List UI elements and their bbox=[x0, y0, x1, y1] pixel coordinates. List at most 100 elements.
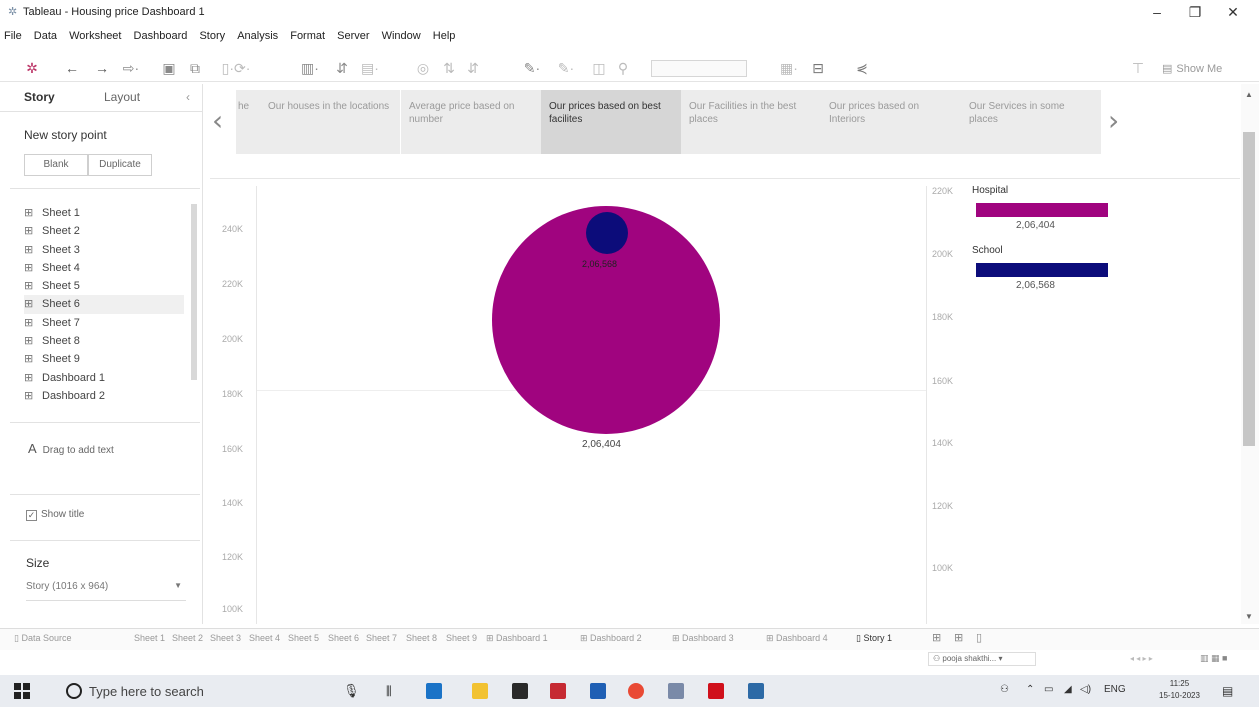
tab-sheet[interactable]: Sheet 2 bbox=[172, 633, 203, 643]
presentation-icon[interactable]: ⊟ bbox=[808, 58, 828, 78]
sheet-list-item[interactable]: ⊞ Sheet 8 bbox=[24, 332, 184, 350]
sheet-list-item[interactable]: ⊞ Sheet 3 bbox=[24, 241, 184, 259]
size-select[interactable]: Story (1016 x 964) ▼ bbox=[26, 581, 186, 601]
tab-data-source[interactable]: ▯ Data Source bbox=[14, 633, 71, 644]
file-explorer-icon[interactable] bbox=[472, 683, 488, 699]
pin-icon[interactable]: ⚲ bbox=[614, 58, 632, 78]
volume-icon[interactable]: ◁) bbox=[1080, 684, 1091, 695]
story-point-active[interactable]: Our prices based on best facilites bbox=[541, 90, 681, 154]
story-point[interactable]: Our Facilities in the best places bbox=[681, 90, 821, 154]
show-title-checkbox[interactable]: ✓ Show title bbox=[26, 509, 84, 521]
tab-sheet[interactable]: Sheet 7 bbox=[366, 633, 397, 643]
menu-worksheet[interactable]: Worksheet bbox=[69, 30, 121, 42]
language-indicator[interactable]: ENG bbox=[1104, 684, 1126, 695]
menu-data[interactable]: Data bbox=[34, 30, 57, 42]
show-cards-icon[interactable]: ▦· bbox=[774, 58, 804, 78]
sheet-list-scrollbar[interactable] bbox=[191, 204, 197, 380]
scroll-up-icon[interactable]: ▲ bbox=[1245, 90, 1253, 99]
pin-toolbar-icon[interactable]: ⊤ bbox=[1128, 58, 1148, 78]
tab-sheet[interactable]: Sheet 8 bbox=[406, 633, 437, 643]
school-bubble[interactable] bbox=[586, 212, 628, 254]
battery-icon[interactable]: ▭ bbox=[1044, 684, 1053, 695]
taskbar-search[interactable]: Type here to search bbox=[60, 679, 318, 704]
sheet-list-item[interactable]: ⊞ Sheet 2 bbox=[24, 222, 184, 240]
tab-sheet[interactable]: Sheet 5 bbox=[288, 633, 319, 643]
new-worksheet-icon[interactable]: ⊞ bbox=[932, 631, 941, 644]
tab-sheet[interactable]: Sheet 9 bbox=[446, 633, 477, 643]
next-story-point-icon[interactable]: › bbox=[1108, 104, 1119, 137]
story-point[interactable]: Our Services in some places bbox=[961, 90, 1101, 154]
previous-story-point-icon[interactable]: ‹ bbox=[212, 104, 223, 137]
sort-icon[interactable]: ▤· bbox=[358, 58, 382, 78]
people-icon[interactable]: ⚇ bbox=[1000, 684, 1009, 695]
drag-to-add-text[interactable]: A Drag to add text bbox=[28, 441, 114, 456]
highlight-icon[interactable]: ✎· bbox=[520, 58, 544, 78]
hospital-bar[interactable] bbox=[976, 203, 1108, 217]
chrome-icon[interactable] bbox=[628, 683, 644, 699]
sort-desc-icon[interactable]: ⇵ bbox=[464, 58, 482, 78]
clock[interactable]: 11:25 15-10-2023 bbox=[1159, 678, 1200, 702]
menu-story[interactable]: Story bbox=[199, 30, 225, 42]
acrobat-icon[interactable] bbox=[708, 683, 724, 699]
tableau-taskbar-icon[interactable] bbox=[668, 683, 684, 699]
tab-sheet[interactable]: Sheet 6 bbox=[328, 633, 359, 643]
story-point-partial[interactable]: he bbox=[236, 90, 260, 154]
wifi-icon[interactable]: ◢ bbox=[1064, 684, 1072, 695]
menu-window[interactable]: Window bbox=[382, 30, 421, 42]
sheet-list-item[interactable]: ⊞ Sheet 7 bbox=[24, 314, 184, 332]
new-dashboard-icon[interactable]: ⊞ bbox=[954, 631, 963, 644]
chart-type-icon[interactable]: ▥· bbox=[298, 58, 322, 78]
menu-file[interactable]: File bbox=[4, 30, 22, 42]
mail-icon[interactable] bbox=[590, 683, 606, 699]
school-bar[interactable] bbox=[976, 263, 1108, 277]
share-icon[interactable]: ⋞ bbox=[852, 58, 872, 78]
tab-dashboard[interactable]: ⊞ Dashboard 3 bbox=[672, 633, 734, 644]
blank-button[interactable]: Blank bbox=[24, 154, 88, 176]
tab-layout[interactable]: Layout bbox=[104, 90, 140, 104]
microphone-icon[interactable]: 🎙 bbox=[343, 683, 360, 699]
edge-icon[interactable] bbox=[426, 683, 442, 699]
tab-sheet[interactable]: Sheet 3 bbox=[210, 633, 241, 643]
close-icon[interactable]: ✕ bbox=[1216, 2, 1250, 22]
grid-view-icon[interactable]: ▥ ▦ ■ bbox=[1200, 653, 1227, 664]
tab-sheet[interactable]: Sheet 1 bbox=[134, 633, 165, 643]
story-point[interactable]: Our prices based on Interiors bbox=[821, 90, 961, 154]
windows-start-icon[interactable] bbox=[14, 683, 30, 699]
store-icon[interactable] bbox=[512, 683, 528, 699]
sheet-list-item[interactable]: ⊞ Dashboard 1 bbox=[24, 369, 184, 387]
user-menu[interactable]: ⚇ pooja shakthi... ▾ bbox=[928, 652, 1036, 666]
sort-asc-icon[interactable]: ⇅ bbox=[440, 58, 458, 78]
sheet-list-item[interactable]: ⊞ Sheet 6 bbox=[24, 295, 184, 314]
tray-chevron-icon[interactable]: ⌃ bbox=[1026, 684, 1034, 695]
scroll-down-icon[interactable]: ▼ bbox=[1245, 612, 1253, 621]
story-point[interactable]: Our houses in the locations bbox=[260, 90, 400, 154]
menu-server[interactable]: Server bbox=[337, 30, 369, 42]
undo-icon[interactable]: ← bbox=[62, 58, 82, 78]
notifications-icon[interactable]: ▤ bbox=[1222, 684, 1233, 698]
fit-icon[interactable]: ◎ bbox=[414, 58, 432, 78]
story-point[interactable]: Average price based on number bbox=[401, 90, 541, 154]
tab-dashboard[interactable]: ⊞ Dashboard 4 bbox=[766, 633, 828, 644]
sheet-list-item[interactable]: ⊞ Sheet 9 bbox=[24, 350, 184, 368]
photos-icon[interactable] bbox=[748, 683, 764, 699]
antivirus-icon[interactable] bbox=[550, 683, 566, 699]
sheet-list-item[interactable]: ⊞ Sheet 5 bbox=[24, 277, 184, 295]
minimize-icon[interactable]: – bbox=[1140, 2, 1174, 22]
replace-data-icon[interactable]: ⇨· bbox=[118, 58, 144, 78]
labels-icon[interactable]: ◫ bbox=[590, 58, 608, 78]
show-me-button[interactable]: ▤ Show Me bbox=[1162, 59, 1222, 79]
menu-dashboard[interactable]: Dashboard bbox=[134, 30, 188, 42]
restore-icon[interactable]: ❐ bbox=[1178, 2, 1212, 22]
pagination-icon[interactable]: ◂ ◂ ▸ ▸ bbox=[1130, 654, 1153, 663]
tab-story[interactable]: Story bbox=[24, 90, 55, 104]
new-sheet-icon[interactable]: ▯·⟳· bbox=[216, 58, 256, 78]
viz-scrollbar[interactable]: ▲ ▼ bbox=[1241, 84, 1259, 624]
task-view-icon[interactable]: ⫼ bbox=[386, 683, 402, 699]
redo-icon[interactable]: → bbox=[92, 58, 112, 78]
new-story-icon[interactable]: ▯ bbox=[976, 631, 982, 644]
save-icon[interactable]: ▣ bbox=[160, 58, 178, 78]
sheet-list-item[interactable]: ⊞ Dashboard 2 bbox=[24, 387, 184, 405]
menu-help[interactable]: Help bbox=[433, 30, 456, 42]
tab-story[interactable]: ▯ Story 1 bbox=[856, 633, 892, 644]
menu-format[interactable]: Format bbox=[290, 30, 325, 42]
